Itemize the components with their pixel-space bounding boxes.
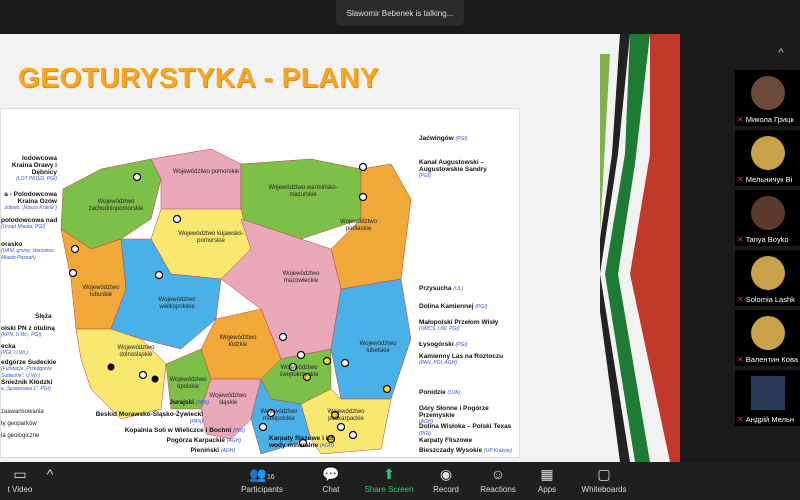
right-annotation: Kamienny Las na Roztoczu (PAN, PGI, AGH): [419, 353, 504, 366]
participant-avatar: [751, 316, 785, 350]
decorative-stripes: [600, 34, 680, 462]
right-annotation: Kanał Augustowski – Augustowskie Sandry(…: [419, 159, 487, 179]
region-label: Województwo lubuskie: [82, 285, 120, 298]
right-annotation: Ponidzie (UJK): [419, 389, 461, 396]
video-button[interactable]: ▭ t Video: [0, 466, 40, 498]
video-options-button[interactable]: ^: [40, 466, 60, 498]
apps-button[interactable]: ▦ Apps: [534, 466, 560, 498]
region-label: Województwo wielkopolskie: [158, 297, 196, 310]
participant-name: Валентин Кова: [745, 355, 799, 364]
bottom-annotation: Pogórza Karpackie (AGH): [166, 437, 241, 444]
participant-name: Solomia Lashk: [745, 295, 795, 304]
participants-icon: 👥: [249, 466, 267, 482]
participants-button[interactable]: 👥16 Participants: [232, 466, 292, 498]
poland-map-figure: Województwo pomorskie Województwo warmiń…: [0, 108, 520, 458]
slide-title: GEOTURYSTYKA - PLANY: [18, 62, 380, 93]
participant-name: Микола Грицк: [745, 115, 794, 124]
participant-tile[interactable]: ✕ Мельничук Ві: [735, 130, 800, 186]
region-label: Województwo zachodniopomorskie: [88, 199, 144, 212]
share-screen-icon: ⬆: [383, 466, 395, 482]
right-annotation: Łysogórski (PGI): [419, 341, 468, 348]
shared-screen-slide: GEOTURYSTYKA - PLANY Województwo pomorsk…: [0, 34, 680, 462]
region-label: Województwo małopolskie: [260, 409, 298, 422]
legend-item: ia geologiczne: [1, 433, 40, 439]
whiteboard-icon: ▢: [597, 466, 611, 482]
chat-icon: 💬: [322, 466, 340, 482]
apps-icon: ▦: [540, 466, 554, 482]
region-label: Województwo lubelskie: [359, 341, 397, 354]
bottom-annotation: Karpaty fliszowe i ich wody mineralne (A…: [269, 435, 336, 449]
share-screen-button[interactable]: ⬆ Share Screen: [364, 466, 414, 498]
participant-tile[interactable]: ✕ Валентин Кова: [735, 310, 800, 366]
mic-muted-icon: ✕: [737, 115, 744, 124]
participant-tile[interactable]: ✕ Андрій Мельн: [735, 370, 800, 426]
participant-avatar: [751, 256, 785, 290]
left-annotation: polodowcowa nad (Urząd Miasta, PGI): [1, 217, 58, 230]
right-annotation: Bieszczady Wysokie (UP Kraków): [419, 447, 513, 454]
left-annotation: olski PN z otuliną (KPN, U.Wr., PGI): [1, 325, 55, 338]
mic-muted-icon: ✕: [737, 175, 744, 184]
participant-tile[interactable]: ✕ Микола Грицк: [735, 70, 800, 126]
chat-button[interactable]: 💬 Chat: [316, 466, 346, 498]
participant-name: Андрій Мельн: [745, 415, 795, 424]
legend-item: zaawansowania: [1, 409, 44, 415]
region-label: Województwo świętokrzyskie: [279, 365, 319, 378]
bottom-annotation: Kopalnia Soli w Wieliczce i Bochni (PGI): [124, 427, 245, 434]
panel-collapse-button[interactable]: ^: [768, 44, 794, 62]
right-annotation: Przysucha (UL): [419, 285, 464, 292]
right-annotation: Dolina Wisłoka – Polski Texas (PGI): [419, 423, 512, 437]
record-button[interactable]: ◉ Record: [428, 466, 464, 498]
left-annotation: a - Polodowcowa Kraina Ozów zdanie, „Nasz…: [4, 191, 57, 211]
left-annotation: lodowcowa Kraina Drawy i Dębnicy (LOT PKD…: [11, 155, 57, 182]
region-label: Województwo podkarpackie: [327, 409, 365, 422]
bottom-annotation: Jurajski (PAN): [169, 399, 209, 406]
region-label: Województwo warmińsko-mazurskie: [268, 185, 338, 198]
right-annotation: Dolina Kamiennej (PGI): [419, 303, 488, 310]
participant-tile[interactable]: ✕ Solomia Lashk: [735, 250, 800, 306]
participant-name: Мельничук Ві: [745, 175, 793, 184]
participant-avatar: [751, 136, 785, 170]
left-annotation: Ślęża: [35, 313, 52, 320]
mic-muted-icon: ✕: [737, 415, 744, 424]
zoom-window: Sławomir Bebenek is talking... GEOTURYST…: [0, 0, 800, 500]
right-annotation: Małopolski Przełom Wisły (UMCS, UW, PGI): [419, 319, 499, 332]
left-annotation: edgórze Sudeckie (Fundacja „Przedgórze Su…: [1, 359, 57, 379]
mic-muted-icon: ✕: [737, 355, 744, 364]
record-icon: ◉: [439, 466, 453, 482]
region-label: Województwo dolnośląskie: [117, 345, 155, 358]
region-label: Województwo łódzkie: [219, 335, 257, 348]
mic-muted-icon: ✕: [737, 235, 744, 244]
right-annotation: Karpaty Fliszowe: [419, 437, 473, 444]
reactions-icon: ☺: [490, 466, 506, 482]
active-speaker-banner: Sławomir Bebenek is talking...: [336, 0, 464, 26]
participant-name: Tanya Boyko: [745, 235, 789, 244]
legend-item: ty geoparków: [1, 421, 37, 427]
region-lubelskie: [330, 278, 412, 400]
left-annotation: orasko (UAM, gminy, starostwo, Miasto Poz…: [1, 241, 56, 261]
bottom-annotation: Pieniński (AGH): [190, 447, 235, 454]
active-speaker-text: Sławomir Bebenek is talking...: [346, 8, 454, 18]
left-annotation: Śnieżnik Kłodzki a „Spacerowa 1”, PGI): [1, 379, 53, 392]
participants-count: 16: [266, 474, 275, 481]
video-icon: ▭: [13, 466, 27, 482]
region-label: Województwo śląskie: [209, 393, 247, 406]
chevron-up-icon: ^: [46, 466, 54, 482]
region-label: Województwo mazowieckie: [282, 271, 320, 284]
region-label: Województwo kujawsko-pomorskie: [178, 231, 244, 244]
whiteboards-button[interactable]: ▢ Whiteboards: [578, 466, 630, 498]
left-annotation: ecka (PGI, U.Wr.): [1, 343, 29, 356]
bottom-annotation: Beskid Morawsko-Śląsko-Żywiecki (PAN): [95, 411, 203, 425]
participant-video: [751, 376, 785, 410]
mic-muted-icon: ✕: [737, 295, 744, 304]
reactions-button[interactable]: ☺ Reactions: [478, 466, 518, 498]
region-pomorskie: [150, 148, 242, 220]
region-label: Województwo podlaskie: [340, 219, 377, 232]
participant-video: [751, 196, 785, 230]
participant-video: [751, 76, 785, 110]
region-label: Województwo pomorskie: [172, 169, 240, 175]
region-label: Województwo opolskie: [169, 377, 207, 390]
participant-tile[interactable]: ✕ Tanya Boyko: [735, 190, 800, 246]
right-annotation: Jaćwingów (PGI): [419, 135, 468, 142]
